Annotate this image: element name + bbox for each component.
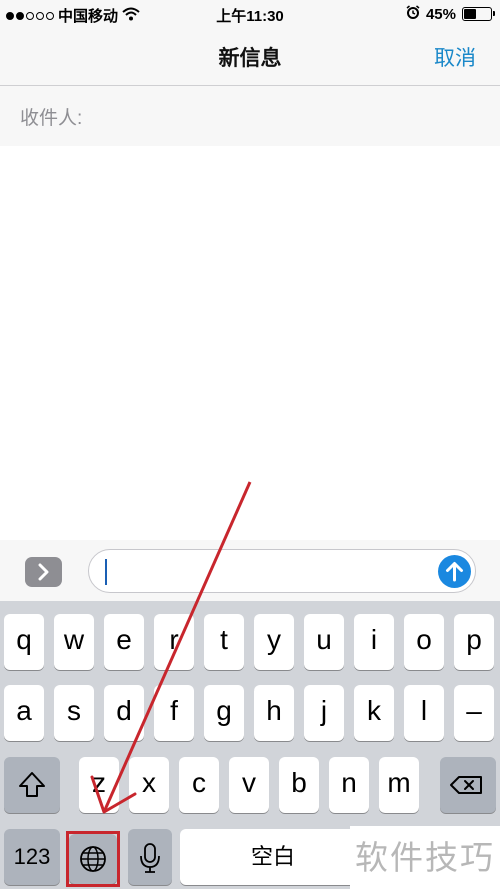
key-p[interactable]: p xyxy=(454,614,494,670)
alarm-icon xyxy=(406,5,420,23)
shift-key[interactable] xyxy=(4,757,60,813)
recipient-label: 收件人: xyxy=(20,108,83,129)
message-input[interactable] xyxy=(88,549,476,593)
key-b[interactable]: b xyxy=(279,757,319,813)
key-y[interactable]: y xyxy=(254,614,294,670)
space-key[interactable]: 空白 xyxy=(180,829,366,885)
microphone-icon xyxy=(140,843,160,873)
dictation-key[interactable] xyxy=(128,829,172,885)
key-f[interactable]: f xyxy=(154,685,194,741)
key-e[interactable]: e xyxy=(104,614,144,670)
battery-icon xyxy=(462,7,495,21)
key-r[interactable]: r xyxy=(154,614,194,670)
backspace-icon xyxy=(450,776,482,794)
arrow-up-icon xyxy=(446,562,463,582)
key-d[interactable]: d xyxy=(104,685,144,741)
apps-button[interactable] xyxy=(25,557,62,587)
key-k[interactable]: k xyxy=(354,685,394,741)
delete-key[interactable] xyxy=(440,757,496,813)
key-w[interactable]: w xyxy=(54,614,94,670)
key-a[interactable]: a xyxy=(4,685,44,741)
numbers-key[interactable]: 123 xyxy=(4,829,60,885)
status-right: 45% xyxy=(406,5,495,23)
key-v[interactable]: v xyxy=(229,757,269,813)
cancel-button[interactable]: 取消 xyxy=(434,42,476,72)
key-t[interactable]: t xyxy=(204,614,244,670)
chevron-right-icon xyxy=(38,563,48,581)
key-z[interactable]: z xyxy=(79,757,119,813)
compose-bar xyxy=(0,540,500,601)
shift-icon xyxy=(19,772,45,797)
text-cursor xyxy=(105,559,107,585)
key-j[interactable]: j xyxy=(304,685,344,741)
key-i[interactable]: i xyxy=(354,614,394,670)
key-c[interactable]: c xyxy=(179,757,219,813)
nav-bar: 新信息 取消 xyxy=(0,28,500,86)
battery-fill xyxy=(464,9,476,19)
key-o[interactable]: o xyxy=(404,614,444,670)
key-dash[interactable]: – xyxy=(454,685,494,741)
key-l[interactable]: l xyxy=(404,685,444,741)
page-title: 新信息 xyxy=(218,47,282,70)
key-g[interactable]: g xyxy=(204,685,244,741)
recipient-field[interactable]: 收件人: xyxy=(0,86,500,146)
key-q[interactable]: q xyxy=(4,614,44,670)
key-m[interactable]: m xyxy=(379,757,419,813)
key-n[interactable]: n xyxy=(329,757,369,813)
globe-key-highlight xyxy=(66,831,120,887)
key-s[interactable]: s xyxy=(54,685,94,741)
key-x[interactable]: x xyxy=(129,757,169,813)
key-u[interactable]: u xyxy=(304,614,344,670)
status-bar: 中国移动 上午11:30 45% xyxy=(0,0,500,28)
watermark: 软件技巧 xyxy=(350,826,500,889)
battery-percent: 45% xyxy=(425,5,456,23)
key-h[interactable]: h xyxy=(254,685,294,741)
send-button[interactable] xyxy=(438,555,471,588)
